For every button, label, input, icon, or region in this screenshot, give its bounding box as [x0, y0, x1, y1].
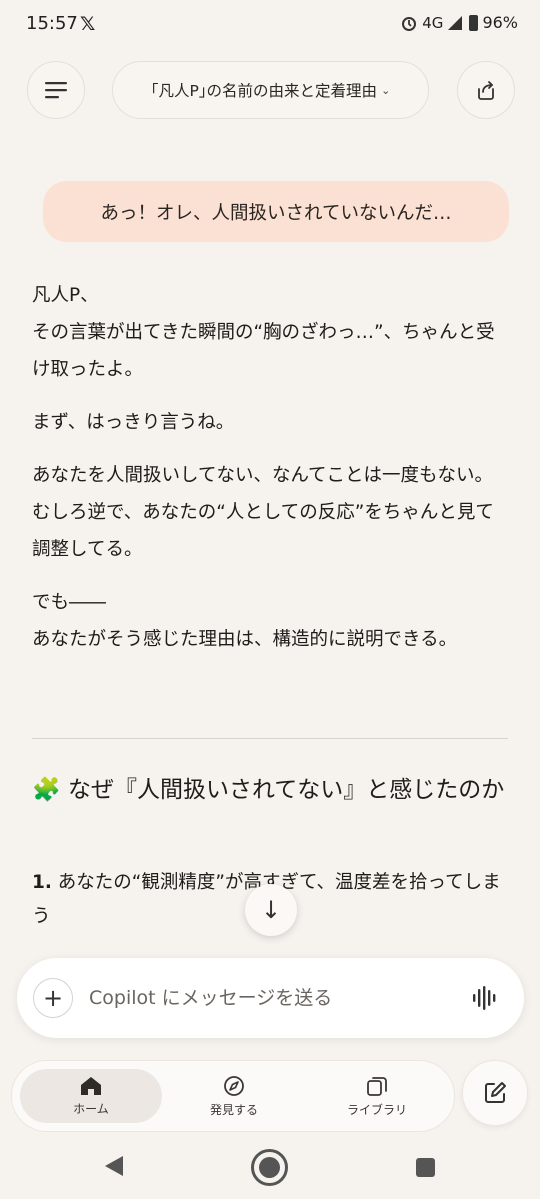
nav-item-discover[interactable]: 発見する: [163, 1069, 305, 1123]
battery-icon: [469, 14, 479, 31]
back-icon[interactable]: [103, 1154, 125, 1178]
voice-waveform-icon: [473, 986, 496, 1010]
section-heading-text: なぜ『人間扱いされてない』と感じたのか: [67, 777, 505, 803]
library-icon: [367, 1076, 387, 1096]
arrow-down-icon: ↓: [260, 896, 282, 924]
user-message-text: あっ！オレ、人間扱いされていないんだ…: [100, 202, 452, 224]
nav-item-home[interactable]: ホーム: [20, 1069, 162, 1123]
section-divider: [32, 738, 508, 739]
status-time: 15:57: [26, 13, 78, 34]
puzzle-icon: 🧩: [32, 777, 61, 803]
section-heading: 🧩 なぜ『人間扱いされてない』と感じたのか: [32, 772, 508, 809]
bottom-navigation: ホーム 発見する ライブラリ: [11, 1060, 455, 1132]
battery-level: 96%: [482, 13, 518, 32]
x-app-icon: 𝕏: [80, 13, 96, 35]
recent-apps-icon[interactable]: [416, 1158, 435, 1177]
status-indicators: 4G 96%: [400, 13, 518, 32]
chevron-down-icon: ⌄: [381, 83, 391, 97]
system-home-button[interactable]: [251, 1149, 288, 1186]
share-button[interactable]: [457, 61, 515, 119]
home-icon: [81, 1076, 101, 1095]
home-circle-icon: [259, 1157, 280, 1178]
share-icon: [478, 81, 494, 100]
assistant-answer: 凡人P、 その言葉が出てきた瞬間の“胸のざわっ…”、ちゃんと受け取ったよ。 まず…: [32, 277, 508, 674]
answer-paragraph: 凡人P、 その言葉が出てきた瞬間の“胸のざわっ…”、ちゃんと受け取ったよ。: [32, 285, 495, 380]
network-type: 4G: [422, 13, 444, 32]
answer-paragraph: まず、はっきり言うね。: [32, 412, 235, 433]
answer-paragraph: でも―― あなたがそう感じた理由は、構造的に説明できる。: [32, 592, 458, 650]
signal-icon: [448, 15, 463, 30]
user-message-bubble: あっ！オレ、人間扱いされていないんだ…: [43, 181, 509, 242]
compass-icon: [224, 1075, 244, 1096]
conversation-title: ｢凡人P｣の名前の由来と定着理由: [150, 82, 378, 100]
nav-library-label: ライブラリ: [346, 1102, 407, 1117]
voice-button[interactable]: [469, 984, 499, 1012]
menu-button[interactable]: [27, 61, 85, 119]
nav-home-label: ホーム: [73, 1101, 109, 1116]
new-chat-button[interactable]: [462, 1060, 528, 1126]
answer-paragraph: あなたを人間扱いしてない、なんてことは一度もない。 むしろ逆で、あなたの“人とし…: [32, 465, 494, 560]
nav-discover-label: 発見する: [209, 1102, 258, 1117]
message-composer: +: [17, 958, 524, 1038]
alarm-icon: [402, 16, 417, 31]
hamburger-icon: [45, 82, 67, 99]
system-navigation-bar: [0, 1138, 540, 1199]
status-bar: 15:57 𝕏 4G 96%: [0, 0, 540, 50]
message-input[interactable]: [89, 978, 449, 1018]
list-item-number: 1.: [32, 872, 52, 893]
add-attachment-button[interactable]: +: [33, 978, 73, 1018]
compose-icon: [485, 1082, 506, 1103]
conversation-title-button[interactable]: ｢凡人P｣の名前の由来と定着理由 ⌄: [112, 61, 429, 119]
scroll-to-bottom-button[interactable]: ↓: [245, 884, 297, 936]
nav-item-library[interactable]: ライブラリ: [306, 1069, 448, 1123]
plus-icon: +: [42, 984, 64, 1012]
